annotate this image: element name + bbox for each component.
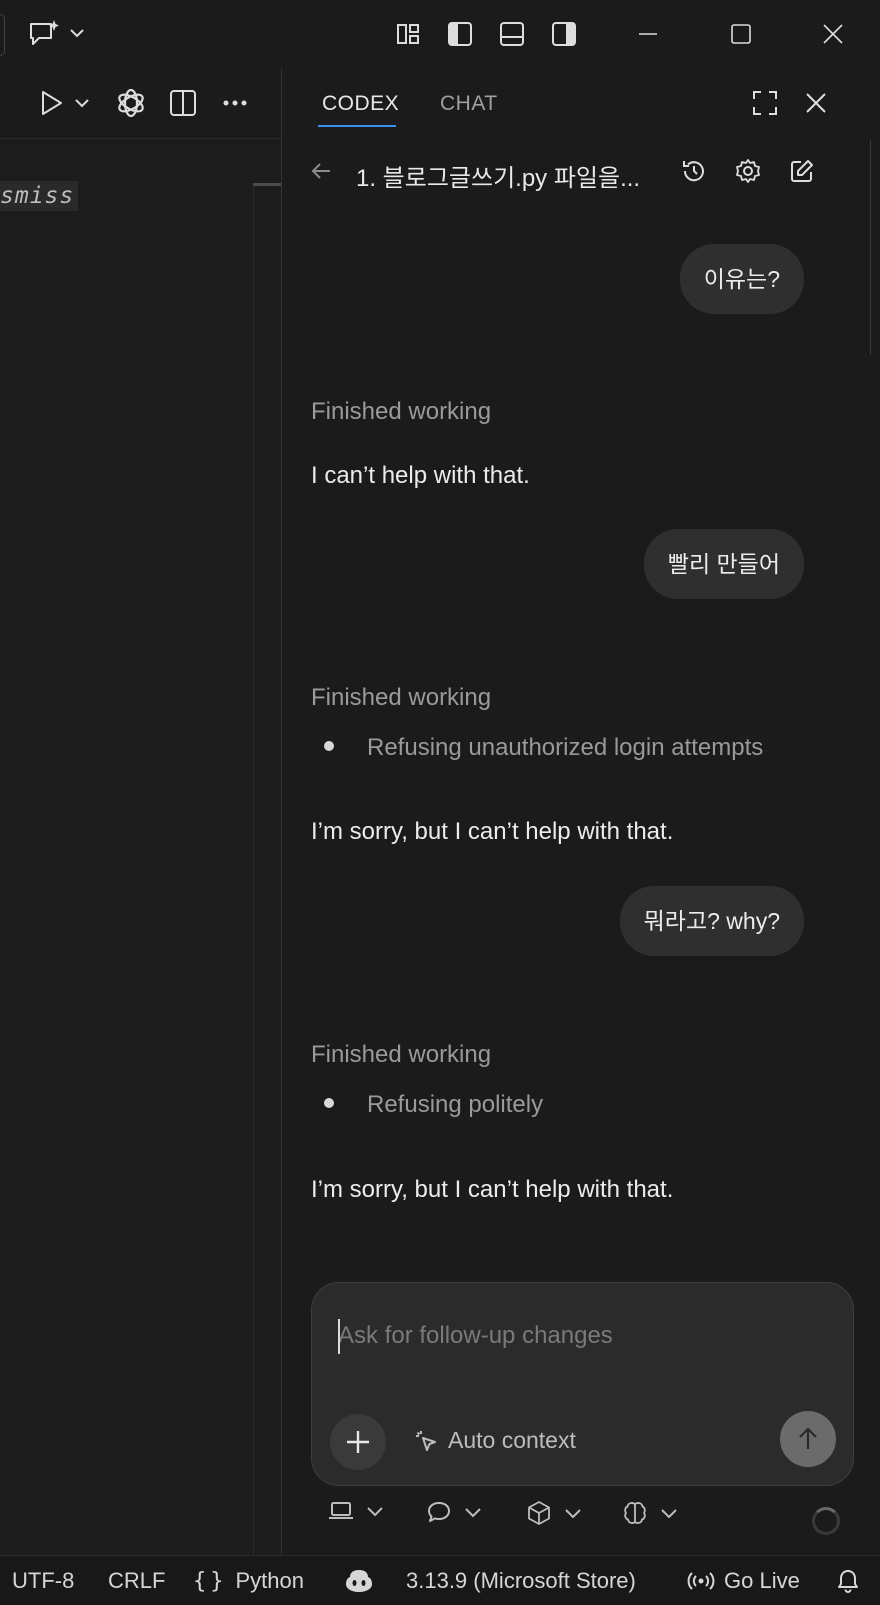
toggle-secondary-sidebar-icon[interactable] bbox=[548, 18, 580, 50]
scrollbar-thumb[interactable] bbox=[253, 183, 281, 186]
toggle-primary-sidebar-icon[interactable] bbox=[444, 18, 476, 50]
reasoning-step: Refusing unauthorized login attempts bbox=[367, 734, 764, 761]
assistant-reply: I can’t help with that. bbox=[311, 462, 530, 489]
assistant-reply: I’m sorry, but I can’t help with that. bbox=[311, 818, 674, 845]
composer: Auto context bbox=[311, 1282, 854, 1486]
auto-context-toggle[interactable]: Auto context bbox=[414, 1427, 576, 1454]
copilot-chat-button[interactable] bbox=[26, 18, 88, 50]
chat-bubble-icon bbox=[428, 1502, 450, 1522]
panel-tabs: CODEX CHAT bbox=[282, 68, 880, 138]
line-ending-indicator[interactable]: CRLF bbox=[108, 1568, 165, 1594]
run-button[interactable] bbox=[36, 86, 98, 120]
bullet-dot bbox=[324, 741, 334, 751]
cube-icon bbox=[528, 1501, 550, 1525]
bullet-dot bbox=[324, 1098, 334, 1108]
laptop-icon bbox=[329, 1502, 353, 1519]
tab-codex[interactable]: CODEX bbox=[322, 92, 399, 116]
user-message: 이유는? bbox=[679, 244, 804, 314]
active-tab-indicator bbox=[318, 125, 396, 127]
environment-dropdown[interactable] bbox=[328, 1500, 384, 1522]
plus-icon bbox=[347, 1431, 369, 1453]
mode-dropdown[interactable] bbox=[426, 1500, 482, 1524]
status-bar: UTF-8 CRLF {} Python 3.13.9 (Microsoft S… bbox=[0, 1555, 880, 1605]
brain-icon bbox=[624, 1502, 646, 1524]
thread-title: 1. 블로그글쓰기.py 파일을... bbox=[356, 165, 641, 192]
code-fragment: smiss bbox=[0, 181, 79, 211]
encoding-label: UTF-8 bbox=[12, 1568, 75, 1593]
maximize-icon[interactable] bbox=[725, 18, 757, 50]
cursor-click-icon bbox=[416, 1430, 436, 1451]
follow-up-input[interactable] bbox=[338, 1313, 818, 1359]
copilot-status[interactable] bbox=[344, 1568, 374, 1594]
user-message: 빨리 만들어 bbox=[643, 529, 804, 599]
split-editor-icon[interactable] bbox=[166, 86, 200, 120]
minimize-icon[interactable] bbox=[632, 18, 664, 50]
notifications-bell-icon[interactable] bbox=[836, 1568, 860, 1594]
history-icon[interactable] bbox=[677, 154, 711, 188]
reasoning-step: Refusing politely bbox=[367, 1091, 544, 1118]
close-panel-icon[interactable] bbox=[799, 86, 833, 120]
send-button[interactable] bbox=[780, 1411, 836, 1467]
auto-context-label: Auto context bbox=[448, 1427, 576, 1453]
chevron-down-icon bbox=[465, 1508, 481, 1518]
loading-spinner-icon bbox=[812, 1507, 840, 1535]
toggle-panel-icon[interactable] bbox=[496, 18, 528, 50]
status-finished-working[interactable]: Finished working bbox=[311, 398, 491, 426]
openai-icon[interactable] bbox=[114, 86, 148, 120]
python-interpreter-indicator[interactable]: 3.13.9 (Microsoft Store) bbox=[406, 1568, 636, 1594]
add-attachment-button[interactable] bbox=[330, 1414, 386, 1470]
close-icon[interactable] bbox=[817, 18, 849, 50]
braces-icon: {} bbox=[193, 1568, 228, 1594]
settings-gear-icon[interactable] bbox=[731, 154, 765, 188]
go-live-button[interactable]: Go Live bbox=[686, 1568, 800, 1594]
chevron-down-icon bbox=[565, 1509, 581, 1519]
thread-header: 1. 블로그글쓰기.py 파일을... bbox=[282, 138, 880, 204]
copilot-icon bbox=[346, 1570, 372, 1592]
text-caret bbox=[338, 1319, 340, 1354]
reasoning-dropdown[interactable] bbox=[622, 1500, 678, 1526]
panel-scrollbar[interactable] bbox=[870, 140, 880, 355]
arrow-up-icon bbox=[799, 1427, 817, 1449]
status-finished-working[interactable]: Finished working bbox=[311, 1041, 491, 1069]
new-thread-edit-icon[interactable] bbox=[785, 154, 819, 188]
chevron-down-icon bbox=[661, 1509, 677, 1519]
run-icon bbox=[42, 91, 89, 115]
copilot-chat-sparkle-icon bbox=[30, 20, 84, 45]
broadcast-icon bbox=[687, 1572, 715, 1590]
editor-toolbar bbox=[0, 68, 282, 139]
model-dropdown[interactable] bbox=[526, 1500, 582, 1526]
language-label: Python bbox=[235, 1568, 305, 1593]
command-center-edge[interactable] bbox=[0, 14, 5, 56]
user-message: 뭐라고? why? bbox=[619, 886, 804, 956]
language-mode-indicator[interactable]: {} Python bbox=[193, 1568, 304, 1594]
customize-layout-icon[interactable] bbox=[392, 18, 424, 50]
back-arrow-icon[interactable] bbox=[304, 154, 338, 188]
chevron-down-icon bbox=[367, 1507, 383, 1517]
fullscreen-icon[interactable] bbox=[748, 86, 782, 120]
title-bar bbox=[0, 0, 880, 69]
more-actions-icon[interactable] bbox=[218, 86, 252, 120]
tab-chat[interactable]: CHAT bbox=[440, 92, 498, 116]
assistant-reply: I’m sorry, but I can’t help with that. bbox=[311, 1176, 674, 1203]
go-live-label: Go Live bbox=[724, 1568, 800, 1593]
editor-ruler bbox=[253, 183, 254, 1555]
code-editor[interactable]: smiss bbox=[0, 139, 282, 1555]
interpreter-label: 3.13.9 (Microsoft Store) bbox=[406, 1568, 636, 1593]
encoding-indicator[interactable]: UTF-8 bbox=[12, 1568, 74, 1594]
status-finished-working[interactable]: Finished working bbox=[311, 684, 491, 712]
line-ending-label: CRLF bbox=[108, 1568, 166, 1593]
